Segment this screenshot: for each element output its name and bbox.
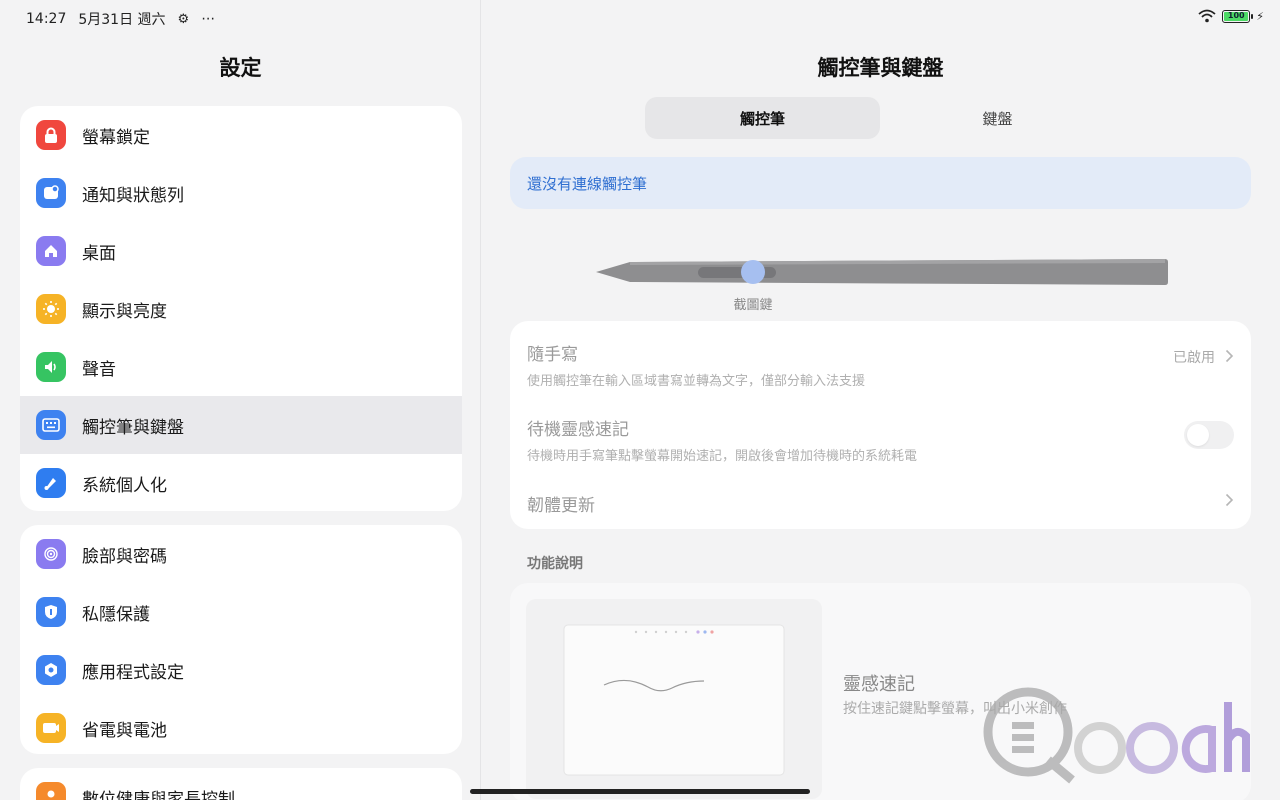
charging-icon: ⚡ xyxy=(1256,9,1264,23)
person-icon xyxy=(36,782,66,800)
tab-keyboard[interactable]: 鍵盤 xyxy=(880,97,1115,139)
brush-icon xyxy=(36,468,66,498)
quick-note-toggle[interactable] xyxy=(1184,421,1234,449)
sidebar-item-app-settings[interactable]: 應用程式設定 xyxy=(20,641,462,699)
sidebar-item-label: 省電與電池 xyxy=(82,720,167,741)
shield-icon xyxy=(36,597,66,627)
toggle-knob xyxy=(1187,424,1209,446)
page-title: 觸控筆與鍵盤 xyxy=(817,56,944,80)
sidebar-item-label: 數位健康與家長控制 xyxy=(82,789,235,800)
home-indicator[interactable] xyxy=(470,789,810,794)
sidebar-item-face-password[interactable]: 臉部與密碼 xyxy=(20,525,462,583)
setting-subtitle: 待機時用手寫筆點擊螢幕開始速記，開啟後會增加待機時的系統耗電 xyxy=(527,449,918,464)
sidebar-item-home-screen[interactable]: 桌面 xyxy=(20,222,462,280)
sidebar-item-label: 臉部與密碼 xyxy=(82,546,167,567)
chevron-right-icon xyxy=(1225,348,1234,367)
sun-icon xyxy=(36,294,66,324)
stylus-not-connected-notice[interactable]: 還沒有連線觸控筆 xyxy=(510,157,1251,209)
tab-stylus[interactable]: 觸控筆 xyxy=(645,97,880,139)
sidebar-item-label: 應用程式設定 xyxy=(82,662,184,683)
speaker-icon xyxy=(36,352,66,382)
setting-handwriting[interactable]: 隨手寫 使用觸控筆在輸入區域書寫並轉為文字，僅部分輸入法支援 xyxy=(527,340,1234,389)
sidebar-item-label: 桌面 xyxy=(82,243,116,264)
app-settings-icon xyxy=(36,655,66,685)
sidebar-item-privacy[interactable]: 私隱保護 xyxy=(20,583,462,641)
feature-thumbnail xyxy=(526,599,822,799)
status-bar-right: 100 ⚡ xyxy=(1198,9,1264,23)
sidebar-item-label: 聲音 xyxy=(82,359,116,380)
handwriting-status[interactable]: 已啟用 xyxy=(1173,347,1234,367)
sidebar-title: 設定 xyxy=(219,56,262,80)
sidebar-item-lock-screen[interactable]: 螢幕鎖定 xyxy=(20,106,462,164)
sidebar-item-notifications[interactable]: 通知與狀態列 xyxy=(20,164,462,222)
settings-group-3: 數位健康與家長控制 xyxy=(20,768,462,800)
setting-quick-note: 待機靈感速記 待機時用手寫筆點擊螢幕開始速記，開啟後會增加待機時的系統耗電 xyxy=(527,415,1234,464)
settings-group-2: 臉部與密碼 私隱保護 應用程式設定 省電與電池 xyxy=(20,525,462,754)
settings-sidebar: 設定 螢幕鎖定 通知與狀態列 桌面 顯示與亮度 聲音 觸控筆與鍵盤 系統個人化 … xyxy=(0,0,481,800)
wifi-icon xyxy=(1198,9,1216,23)
section-label-features: 功能說明 xyxy=(527,556,583,572)
keyboard-icon xyxy=(36,410,66,440)
handwriting-value: 已啟用 xyxy=(1173,350,1215,366)
setting-title: 隨手寫 xyxy=(527,345,578,365)
battery-icon: 100 xyxy=(1222,9,1254,23)
battery-level: 100 xyxy=(1224,11,1249,21)
lock-icon xyxy=(36,120,66,150)
settings-group-1: 螢幕鎖定 通知與狀態列 桌面 顯示與亮度 聲音 觸控筆與鍵盤 系統個人化 xyxy=(20,106,462,511)
sidebar-item-personalization[interactable]: 系統個人化 xyxy=(20,454,462,511)
sidebar-item-label: 螢幕鎖定 xyxy=(82,127,150,148)
segmented-control: 觸控筆 鍵盤 xyxy=(645,97,1115,139)
feature-title: 靈感速記 xyxy=(843,674,915,695)
sidebar-item-label: 觸控筆與鍵盤 xyxy=(82,417,184,438)
sidebar-item-label: 通知與狀態列 xyxy=(82,185,184,206)
setting-title: 待機靈感速記 xyxy=(527,420,629,440)
sidebar-item-label: 顯示與亮度 xyxy=(82,301,167,322)
stylus-illustration xyxy=(596,259,1168,285)
fingerprint-icon xyxy=(36,539,66,569)
stylus-settings-card: 隨手寫 使用觸控筆在輸入區域書寫並轉為文字，僅部分輸入法支援 已啟用 待機靈感速… xyxy=(510,321,1251,529)
sidebar-item-battery[interactable]: 省電與電池 xyxy=(20,699,462,754)
sidebar-item-digital-wellbeing[interactable]: 數位健康與家長控制 xyxy=(20,768,462,800)
sidebar-item-stylus-keyboard[interactable]: 觸控筆與鍵盤 xyxy=(20,396,462,454)
qooah-watermark-logo xyxy=(983,687,1250,784)
sidebar-item-label: 私隱保護 xyxy=(82,604,150,625)
notification-icon xyxy=(36,178,66,208)
chevron-right-icon xyxy=(1225,492,1234,511)
setting-firmware-update[interactable]: 韌體更新 xyxy=(527,491,1234,516)
sidebar-item-display[interactable]: 顯示與亮度 xyxy=(20,280,462,338)
home-icon xyxy=(36,236,66,266)
setting-subtitle: 使用觸控筆在輸入區域書寫並轉為文字，僅部分輸入法支援 xyxy=(527,374,866,389)
battery-icon xyxy=(36,713,66,743)
screenshot-key-caption: 截圖鍵 xyxy=(733,298,773,313)
sidebar-item-sound[interactable]: 聲音 xyxy=(20,338,462,396)
sidebar-item-label: 系統個人化 xyxy=(82,475,167,496)
setting-title: 韌體更新 xyxy=(527,496,595,516)
